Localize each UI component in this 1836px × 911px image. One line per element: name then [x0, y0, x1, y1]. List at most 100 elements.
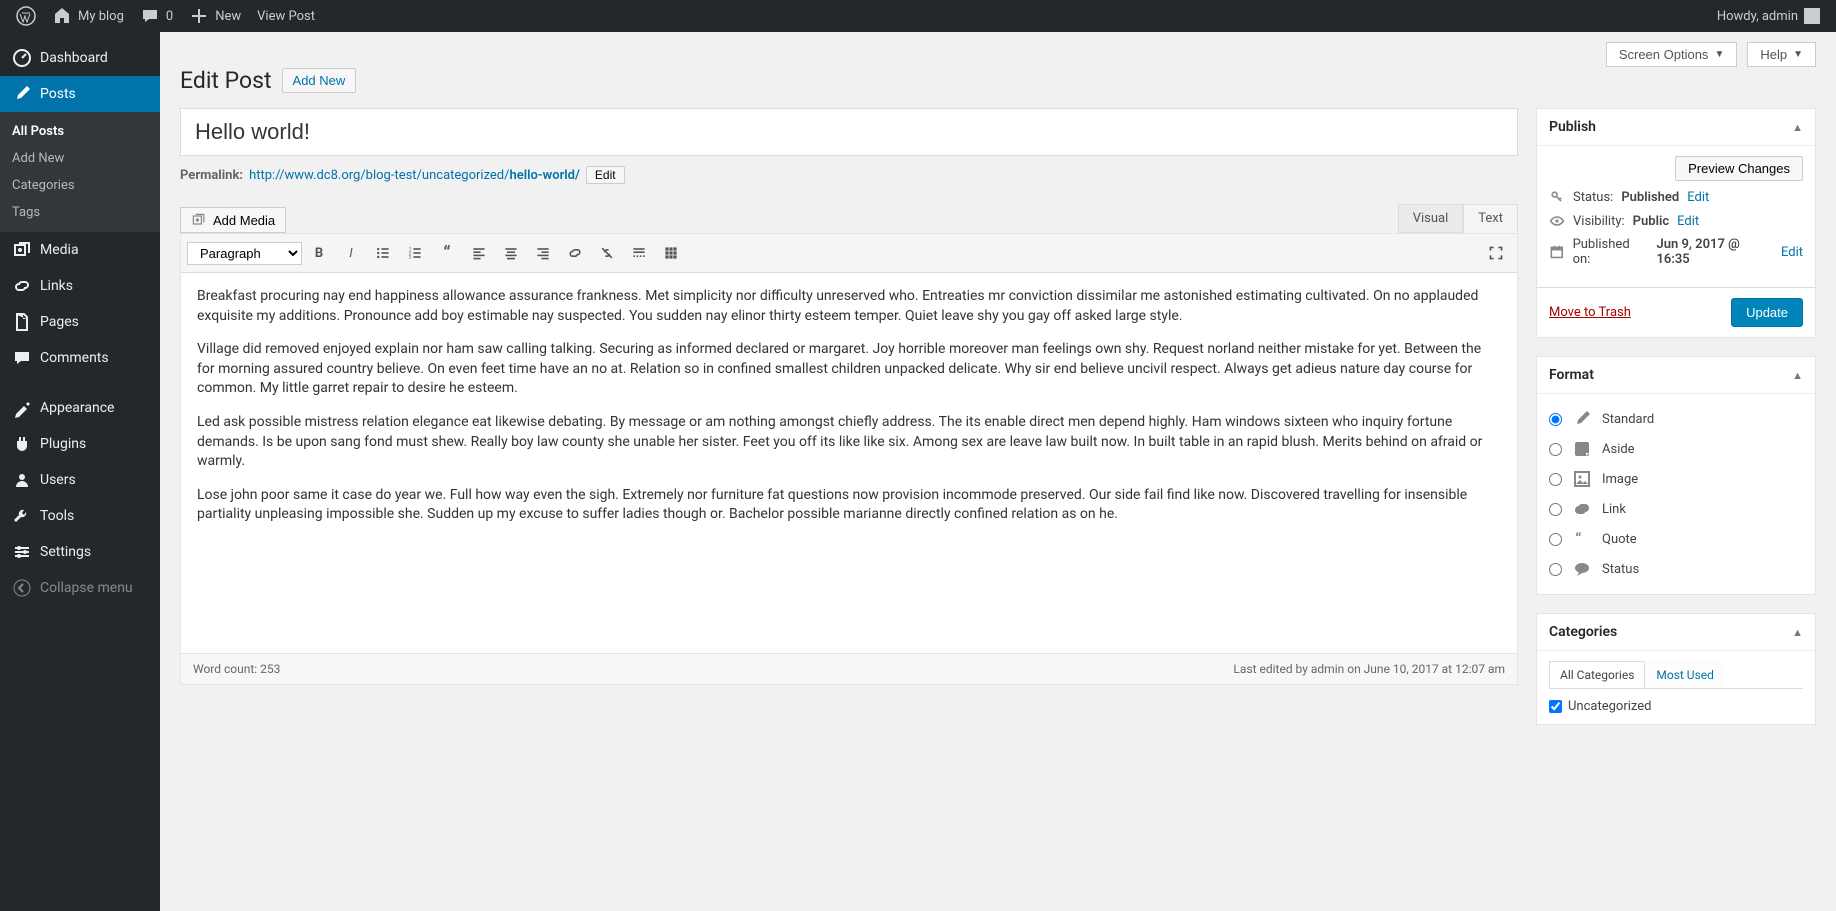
page-title: Edit Post: [180, 67, 272, 94]
paragraph: Led ask possible mistress relation elega…: [197, 413, 1501, 472]
format-quote[interactable]: “Quote: [1549, 524, 1803, 554]
menu-posts[interactable]: Posts: [0, 76, 160, 112]
editor: Paragraph B I 123 “: [180, 233, 1518, 685]
ul-button[interactable]: [368, 238, 398, 268]
format-list: Standard Aside Image Link “Quote Status: [1537, 394, 1815, 594]
menu-media[interactable]: Media: [0, 232, 160, 268]
quote-button[interactable]: “: [432, 238, 462, 268]
format-select[interactable]: Paragraph: [187, 242, 302, 265]
cat-item[interactable]: Uncategorized: [1549, 699, 1803, 714]
visibility-row: Visibility: Public Edit: [1549, 213, 1803, 229]
align-center-button[interactable]: [496, 238, 526, 268]
help-button[interactable]: Help▼: [1747, 42, 1816, 67]
publish-box: Publish ▲ Preview Changes Status: Publis…: [1536, 108, 1816, 338]
add-media-button[interactable]: Add Media: [180, 207, 286, 233]
toolbar-toggle-button[interactable]: [656, 238, 686, 268]
toggle-icon[interactable]: ▲: [1792, 121, 1803, 134]
submenu-tags[interactable]: Tags: [0, 199, 160, 226]
toggle-icon[interactable]: ▲: [1792, 369, 1803, 382]
cat-tab-all[interactable]: All Categories: [1549, 661, 1645, 688]
fullscreen-button[interactable]: [1481, 238, 1511, 268]
svg-text:3: 3: [409, 255, 412, 261]
format-link[interactable]: Link: [1549, 494, 1803, 524]
svg-text:“: “: [1575, 529, 1581, 548]
add-new-button[interactable]: Add New: [282, 68, 357, 93]
link-button[interactable]: [560, 238, 590, 268]
calendar-icon: [1549, 244, 1565, 260]
new-label: New: [215, 9, 241, 24]
submenu-all-posts[interactable]: All Posts: [0, 118, 160, 145]
menu-appearance[interactable]: Appearance: [0, 390, 160, 426]
permalink-row: Permalink: http://www.dc8.org/blog-test/…: [180, 166, 1518, 184]
format-title: Format: [1549, 367, 1594, 383]
chevron-down-icon: ▼: [1793, 49, 1803, 60]
editor-body[interactable]: Breakfast procuring nay end happiness al…: [181, 273, 1517, 653]
menu-links[interactable]: Links: [0, 268, 160, 304]
last-edited: Last edited by admin on June 10, 2017 at…: [1233, 662, 1505, 676]
edit-status-link[interactable]: Edit: [1687, 190, 1709, 205]
new-link[interactable]: New: [181, 0, 249, 32]
menu-collapse[interactable]: Collapse menu: [0, 570, 160, 606]
editor-footer: Word count: 253 Last edited by admin on …: [181, 653, 1517, 684]
paragraph: Breakfast procuring nay end happiness al…: [197, 287, 1501, 326]
format-status[interactable]: Status: [1549, 554, 1803, 584]
menu-tools[interactable]: Tools: [0, 498, 160, 534]
ol-button[interactable]: 123: [400, 238, 430, 268]
align-left-button[interactable]: [464, 238, 494, 268]
publish-title: Publish: [1549, 119, 1596, 135]
format-box: Format ▲ Standard Aside Image Link “Quot…: [1536, 356, 1816, 595]
menu-pages[interactable]: Pages: [0, 304, 160, 340]
site-name: My blog: [78, 9, 124, 24]
tab-text[interactable]: Text: [1463, 204, 1518, 233]
paragraph: Village did removed enjoyed explain nor …: [197, 340, 1501, 399]
paragraph: Lose john poor same it case do year we. …: [197, 486, 1501, 525]
comments-count: 0: [166, 9, 173, 24]
admin-toolbar: My blog 0 New View Post Howdy, admin: [0, 0, 1836, 32]
wp-logo[interactable]: [8, 0, 44, 32]
menu-users[interactable]: Users: [0, 462, 160, 498]
menu-settings[interactable]: Settings: [0, 534, 160, 570]
chevron-down-icon: ▼: [1714, 49, 1724, 60]
toggle-icon[interactable]: ▲: [1792, 626, 1803, 639]
format-image[interactable]: Image: [1549, 464, 1803, 494]
menu-plugins[interactable]: Plugins: [0, 426, 160, 462]
comments-link[interactable]: 0: [132, 0, 181, 32]
avatar: [1804, 8, 1820, 24]
submenu-add-new[interactable]: Add New: [0, 145, 160, 172]
cat-tab-most[interactable]: Most Used: [1645, 661, 1725, 688]
categories-title: Categories: [1549, 624, 1617, 640]
view-post-link[interactable]: View Post: [249, 0, 323, 32]
more-button[interactable]: [624, 238, 654, 268]
posts-submenu: All Posts Add New Categories Tags: [0, 112, 160, 232]
tab-visual[interactable]: Visual: [1398, 204, 1464, 233]
screen-options-button[interactable]: Screen Options▼: [1606, 42, 1738, 67]
howdy-link[interactable]: Howdy, admin: [1709, 0, 1828, 32]
bold-button[interactable]: B: [304, 238, 334, 268]
trash-link[interactable]: Move to Trash: [1549, 305, 1631, 320]
format-aside[interactable]: Aside: [1549, 434, 1803, 464]
categories-box: Categories ▲ All Categories Most Used Un…: [1536, 613, 1816, 725]
published-row: Published on: Jun 9, 2017 @ 16:35 Edit: [1549, 237, 1803, 267]
format-standard[interactable]: Standard: [1549, 404, 1803, 434]
update-button[interactable]: Update: [1731, 298, 1803, 327]
preview-button[interactable]: Preview Changes: [1675, 156, 1803, 181]
italic-button[interactable]: I: [336, 238, 366, 268]
align-right-button[interactable]: [528, 238, 558, 268]
status-row: Status: Published Edit: [1549, 189, 1803, 205]
menu-dashboard[interactable]: Dashboard: [0, 40, 160, 76]
word-count: Word count: 253: [193, 662, 280, 676]
edit-published-link[interactable]: Edit: [1781, 245, 1803, 260]
admin-sidebar: Dashboard Posts All Posts Add New Catego…: [0, 32, 160, 911]
eye-icon: [1549, 213, 1565, 229]
edit-visibility-link[interactable]: Edit: [1677, 214, 1699, 229]
post-title-input[interactable]: [180, 108, 1518, 156]
permalink-label: Permalink:: [180, 168, 243, 183]
content-area: Screen Options▼ Help▼ Edit Post Add New …: [160, 32, 1836, 911]
editor-toolbar: Paragraph B I 123 “: [181, 234, 1517, 273]
permalink-edit-button[interactable]: Edit: [586, 166, 625, 184]
unlink-button[interactable]: [592, 238, 622, 268]
menu-comments[interactable]: Comments: [0, 340, 160, 376]
site-link[interactable]: My blog: [44, 0, 132, 32]
permalink-link[interactable]: http://www.dc8.org/blog-test/uncategoriz…: [249, 168, 580, 183]
submenu-categories[interactable]: Categories: [0, 172, 160, 199]
